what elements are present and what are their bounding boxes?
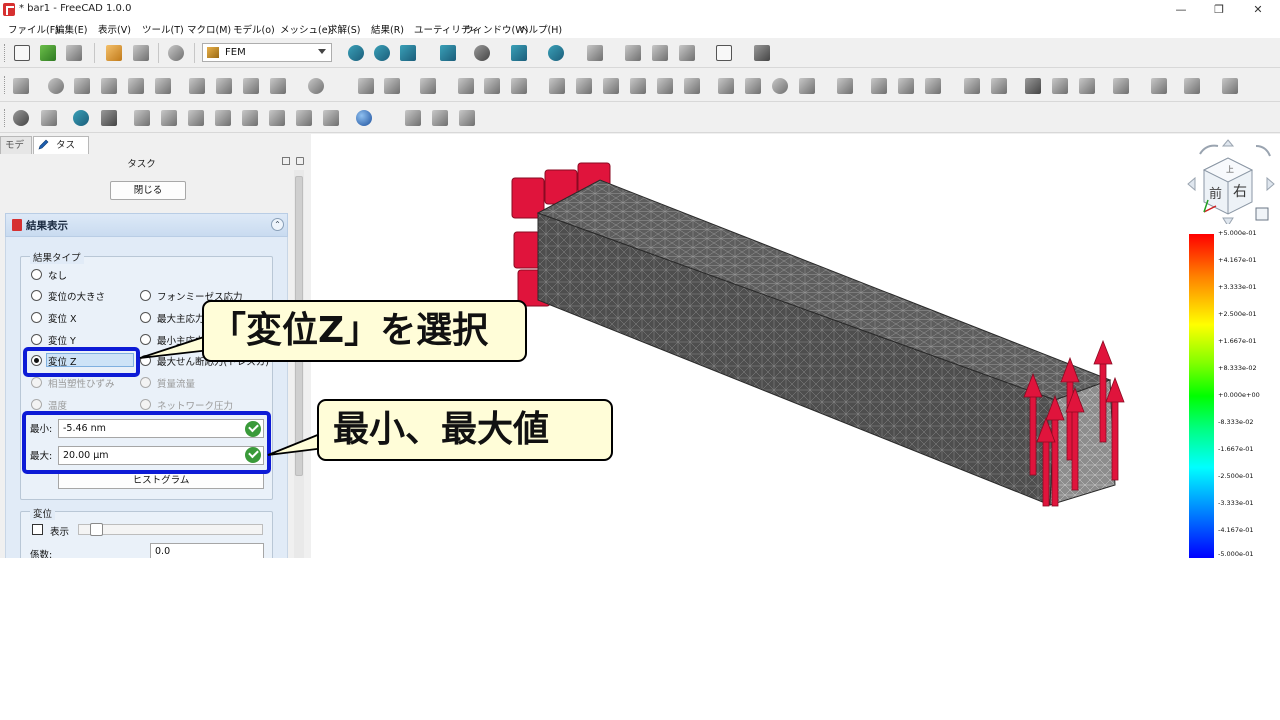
- callout-pointers: [139, 333, 326, 456]
- freecad-window: * bar1 - FreeCAD 1.0.0 — ❐ ✕ ファイル(F) 編集(…: [0, 0, 1280, 558]
- callout-select-z: 「変位Z」を選択: [202, 300, 527, 362]
- callout-min-max: 最小、最大値: [317, 399, 613, 461]
